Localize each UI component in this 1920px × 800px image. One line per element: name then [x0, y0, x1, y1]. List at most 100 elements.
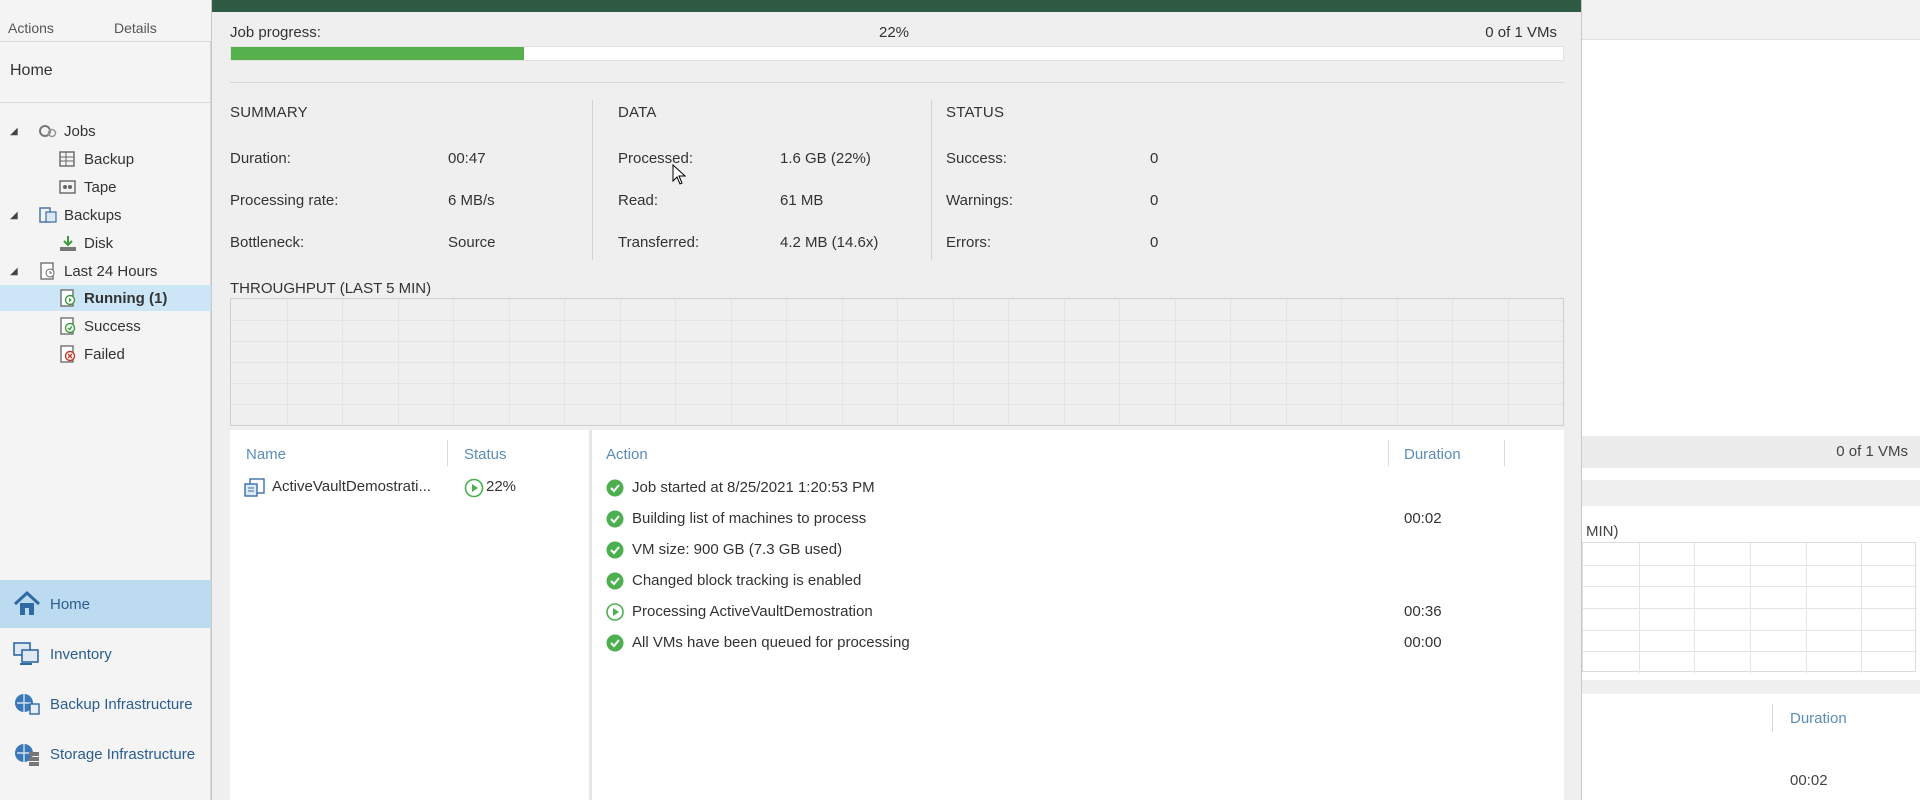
tab-details[interactable]: Details [114, 20, 157, 36]
nav-inventory[interactable]: Inventory [0, 630, 211, 678]
nav-label: Storage Infrastructure [50, 745, 196, 763]
log-action-text: Building list of machines to process [632, 510, 867, 527]
tree-item-backups[interactable]: ◢ Backups [10, 202, 210, 228]
log-row[interactable]: Processing ActiveVaultDemostration 00:36 [592, 598, 1564, 626]
log-row[interactable]: All VMs have been queued for processing … [592, 629, 1564, 657]
tree-item-last-24-hours[interactable]: ◢ Last 24 Hours [10, 258, 210, 284]
tree-item-jobs[interactable]: ◢ Jobs [10, 118, 210, 144]
read-value: 61 MB [780, 192, 824, 209]
transferred-value: 4.2 MB (14.6x) [780, 234, 879, 251]
nav-home[interactable]: Home [0, 580, 211, 628]
job-progress-label: Job progress: [230, 24, 321, 41]
divider [230, 82, 1564, 83]
tab-actions[interactable]: Actions [8, 20, 54, 36]
background-throughput-label: MIN) [1586, 523, 1619, 540]
log-action-text: Job started at 8/25/2021 1:20:53 PM [632, 479, 875, 496]
duration-column-header[interactable]: Duration [1404, 446, 1461, 463]
collapse-arrow-icon[interactable]: ◢ [10, 126, 24, 137]
background-duration-value: 00:02 [1790, 772, 1828, 789]
panel-tabs: Actions Details [0, 0, 211, 42]
success-check-icon [606, 479, 624, 501]
tree-item-label: Success [84, 317, 141, 335]
disk-icon [58, 234, 78, 252]
nav-label: Backup Infrastructure [50, 695, 193, 713]
tree-item-label: Disk [84, 234, 114, 252]
vm-status: 22% [486, 478, 517, 495]
inventory-icon [12, 639, 42, 669]
log-row[interactable]: Changed block tracking is enabled [592, 567, 1564, 595]
success-label: Success: [946, 150, 1007, 167]
log-action-text: Changed block tracking is enabled [632, 572, 862, 589]
background-vms-count: 0 of 1 VMs [1836, 443, 1908, 460]
column-divider [592, 100, 593, 260]
action-log: Action Duration Job started at 8/25/2021… [592, 430, 1564, 800]
background-band [1582, 680, 1920, 694]
warnings-value: 0 [1150, 192, 1159, 209]
log-row[interactable]: Job started at 8/25/2021 1:20:53 PM [592, 474, 1564, 502]
action-column-header[interactable]: Action [606, 446, 648, 463]
background-session-pane: 0 of 1 VMs MIN) Duration 00:02 [1582, 0, 1920, 800]
navigation-panel: Actions Details Home ◢ Jobs Backup Tape … [0, 0, 211, 800]
storage-infrastructure-icon [12, 739, 42, 769]
tree-item-failed[interactable]: Failed [58, 341, 208, 367]
tree-item-label: Tape [84, 178, 117, 196]
log-action-text: All VMs have been queued for processing [632, 634, 910, 651]
column-separator[interactable] [1504, 440, 1505, 466]
job-progress-percent: 22% [879, 24, 910, 41]
success-icon [58, 317, 78, 335]
status-column-header[interactable]: Status [464, 446, 507, 463]
mouse-cursor-icon [672, 163, 688, 190]
jobs-icon [38, 122, 58, 140]
log-row[interactable]: VM size: 900 GB (7.3 GB used) [592, 536, 1564, 564]
log-action-text: Processing ActiveVaultDemostration [632, 603, 873, 620]
tree-item-label: Backup [84, 150, 135, 168]
job-session-dialog: Job progress: 22% 0 of 1 VMs SUMMARY Dur… [211, 0, 1582, 800]
duration-label: Duration: [230, 150, 291, 167]
nav-storage-infrastructure[interactable]: Storage Infrastructure [0, 730, 211, 778]
throughput-chart [230, 298, 1564, 426]
name-column-header[interactable]: Name [246, 446, 286, 463]
bottleneck-value: Source [448, 234, 496, 251]
nav-label: Home [50, 595, 91, 613]
home-icon [12, 589, 42, 619]
log-duration: 00:36 [1404, 603, 1442, 620]
vm-row[interactable]: ActiveVaultDemostrati... 22% [230, 474, 589, 500]
column-separator[interactable] [1388, 440, 1389, 466]
vm-icon [244, 478, 266, 502]
transferred-label: Transferred: [618, 234, 700, 251]
collapse-arrow-icon[interactable]: ◢ [10, 210, 24, 221]
backup-infrastructure-icon [12, 689, 42, 719]
tree-item-running[interactable]: Running (1) [0, 285, 211, 311]
tree-item-disk[interactable]: Disk [58, 230, 208, 256]
tree-item-backup[interactable]: Backup [58, 146, 208, 172]
log-row[interactable]: Building list of machines to process 00:… [592, 505, 1564, 533]
success-check-icon [606, 510, 624, 532]
status-heading: STATUS [946, 104, 1005, 121]
dialog-title-bar[interactable] [212, 0, 1581, 12]
backups-icon [38, 206, 58, 224]
background-throughput-grid [1582, 542, 1917, 673]
tree-item-tape[interactable]: Tape [58, 174, 208, 200]
vm-list: Name Status ActiveVaultDemostrati... 22% [230, 430, 589, 800]
background-duration-header[interactable]: Duration [1790, 710, 1847, 727]
tree-item-success[interactable]: Success [58, 313, 208, 339]
nav-backup-infrastructure[interactable]: Backup Infrastructure [0, 680, 211, 728]
running-icon [58, 289, 78, 307]
tape-job-icon [58, 178, 78, 196]
job-progress-vm-count: 0 of 1 VMs [1485, 24, 1557, 41]
column-separator[interactable] [447, 440, 448, 466]
divider [0, 102, 211, 103]
column-separator [1772, 704, 1773, 732]
throughput-heading: THROUGHPUT (LAST 5 MIN) [230, 280, 432, 297]
success-check-icon [606, 634, 624, 656]
collapse-arrow-icon[interactable]: ◢ [10, 266, 24, 277]
last-24-hours-icon [38, 262, 58, 280]
log-duration: 00:02 [1404, 510, 1442, 527]
bottleneck-label: Bottleneck: [230, 234, 305, 251]
processed-value: 1.6 GB (22%) [780, 150, 871, 167]
summary-heading: SUMMARY [230, 104, 308, 121]
running-play-icon [464, 478, 484, 502]
job-progress-fill [231, 47, 525, 60]
warnings-label: Warnings: [946, 192, 1013, 209]
backup-job-icon [58, 150, 78, 168]
